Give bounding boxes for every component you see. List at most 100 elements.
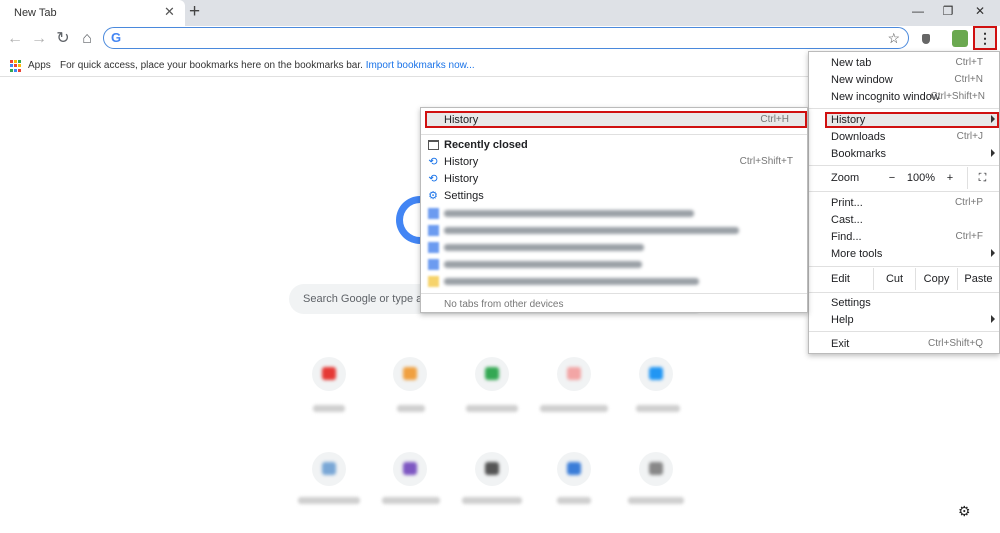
shortcut-label-blurred bbox=[540, 405, 608, 412]
menu-item-print[interactable]: Print... Ctrl+P bbox=[809, 195, 999, 212]
cut-button[interactable]: Cut bbox=[873, 268, 915, 290]
blurred-page-title bbox=[444, 210, 694, 217]
restore-window-icon[interactable]: ❐ bbox=[938, 3, 958, 19]
shortcut-label-blurred bbox=[313, 405, 345, 412]
menu-item-label: New tab bbox=[831, 57, 872, 69]
ntp-search-placeholder: Search Google or type a U bbox=[303, 293, 434, 305]
reload-icon[interactable]: ↻ bbox=[53, 28, 73, 50]
menu-item-label: New incognito window bbox=[831, 91, 940, 103]
add-shortcut-tile[interactable] bbox=[639, 452, 673, 486]
new-tab-button[interactable]: + bbox=[189, 2, 200, 22]
menu-item-shortcut: Ctrl+N bbox=[954, 74, 983, 85]
menu-item-find[interactable]: Find... Ctrl+F bbox=[809, 229, 999, 246]
shortcut-favicon bbox=[567, 462, 581, 475]
history-menu-item-history[interactable]: History Ctrl+H bbox=[421, 112, 807, 129]
menu-item-new-window[interactable]: New window Ctrl+N bbox=[809, 72, 999, 89]
recent-page-blurred[interactable] bbox=[421, 205, 807, 222]
shortcut-tile[interactable] bbox=[312, 357, 346, 391]
apps-link[interactable]: Apps bbox=[28, 60, 51, 71]
zoom-in-button[interactable]: + bbox=[939, 167, 961, 189]
star-icon[interactable]: ☆ bbox=[887, 30, 900, 46]
history-clock-icon: ⟲ bbox=[428, 173, 438, 185]
blurred-page-title bbox=[444, 244, 644, 251]
shortcut-favicon bbox=[403, 462, 417, 475]
apps-dot bbox=[18, 68, 21, 72]
shortcut-tile[interactable] bbox=[475, 452, 509, 486]
close-window-icon[interactable]: ✕ bbox=[970, 3, 990, 19]
menu-divider bbox=[809, 331, 999, 332]
zoom-row: Zoom − 100% + ⛶ bbox=[809, 167, 999, 189]
android-extension-icon[interactable] bbox=[952, 30, 968, 47]
bookmarks-hint-text: For quick access, place your bookmarks h… bbox=[60, 60, 363, 71]
shortcut-tile[interactable] bbox=[557, 452, 591, 486]
menu-item-cast[interactable]: Cast... bbox=[809, 212, 999, 229]
forward-arrow-icon[interactable]: → bbox=[29, 28, 49, 50]
import-bookmarks-link[interactable]: Import bookmarks now... bbox=[366, 60, 475, 71]
menu-item-label: History bbox=[444, 156, 479, 168]
copy-button[interactable]: Copy bbox=[915, 268, 957, 290]
shortcut-tile[interactable] bbox=[393, 452, 427, 486]
shortcut-tile[interactable] bbox=[639, 357, 673, 391]
recent-page-blurred[interactable] bbox=[421, 256, 807, 273]
home-icon[interactable]: ⌂ bbox=[77, 28, 97, 50]
shortcut-tile[interactable] bbox=[475, 357, 509, 391]
shortcut-label-blurred bbox=[636, 405, 680, 412]
menu-item-downloads[interactable]: Downloads Ctrl+J bbox=[809, 129, 999, 146]
google-g-icon: G bbox=[111, 30, 122, 45]
shield-extension-icon[interactable] bbox=[922, 34, 930, 44]
menu-item-exit[interactable]: Exit Ctrl+Shift+Q bbox=[809, 336, 999, 353]
menu-divider bbox=[809, 108, 999, 109]
shortcut-favicon bbox=[485, 462, 499, 475]
recent-page-blurred[interactable] bbox=[421, 273, 807, 290]
recent-page-blurred[interactable] bbox=[421, 239, 807, 256]
menu-item-help[interactable]: Help bbox=[809, 312, 999, 329]
apps-grid-icon[interactable] bbox=[10, 60, 22, 72]
menu-item-more-tools[interactable]: More tools bbox=[809, 246, 999, 263]
tab-new-tab[interactable]: New Tab ✕ bbox=[0, 0, 185, 26]
zoom-out-button[interactable]: − bbox=[881, 167, 903, 189]
submenu-arrow-icon bbox=[991, 149, 995, 157]
page-favicon bbox=[428, 276, 439, 287]
recently-closed-heading: Recently closed bbox=[421, 137, 807, 154]
fullscreen-icon[interactable]: ⛶ bbox=[967, 167, 997, 189]
apps-dot bbox=[14, 64, 17, 68]
no-tabs-note: No tabs from other devices bbox=[444, 299, 564, 310]
recent-item-history-2[interactable]: ⟲ History bbox=[421, 171, 807, 188]
menu-item-new-incognito[interactable]: New incognito window Ctrl+Shift+N bbox=[809, 89, 999, 106]
menu-item-shortcut: Ctrl+Shift+N bbox=[930, 91, 985, 102]
menu-item-label: Exit bbox=[831, 338, 850, 350]
shortcut-label-blurred bbox=[298, 497, 360, 504]
menu-item-history[interactable]: History bbox=[809, 112, 999, 129]
window-icon bbox=[428, 140, 439, 150]
recent-item-history-1[interactable]: ⟲ History Ctrl+Shift+T bbox=[421, 154, 807, 171]
submenu-arrow-icon bbox=[991, 315, 995, 323]
customize-gear-icon[interactable]: ⚙ bbox=[958, 503, 971, 520]
tab-close-icon[interactable]: ✕ bbox=[164, 5, 175, 19]
menu-item-new-tab[interactable]: New tab Ctrl+T bbox=[809, 55, 999, 72]
shortcut-tile[interactable] bbox=[312, 452, 346, 486]
menu-divider bbox=[421, 134, 807, 135]
zoom-level: 100% bbox=[906, 172, 936, 184]
menu-item-settings[interactable]: Settings bbox=[809, 295, 999, 312]
shortcut-label-blurred bbox=[397, 405, 425, 412]
recently-closed-label: Recently closed bbox=[444, 139, 528, 151]
shortcut-label-blurred bbox=[628, 497, 684, 504]
apps-dot bbox=[18, 64, 21, 68]
menu-item-bookmarks[interactable]: Bookmarks bbox=[809, 146, 999, 163]
page-favicon bbox=[428, 208, 439, 219]
shortcut-tile[interactable] bbox=[393, 357, 427, 391]
paste-button[interactable]: Paste bbox=[957, 268, 999, 290]
recent-page-blurred[interactable] bbox=[421, 222, 807, 239]
shortcut-favicon bbox=[403, 367, 417, 380]
chrome-main-menu: New tab Ctrl+T New window Ctrl+N New inc… bbox=[808, 51, 1000, 354]
menu-divider bbox=[809, 165, 999, 166]
recent-item-settings[interactable]: ⚙ Settings bbox=[421, 188, 807, 205]
three-dots-menu-icon[interactable]: ⋮ bbox=[975, 28, 995, 48]
minimize-window-icon[interactable]: — bbox=[908, 3, 928, 19]
shortcut-label-blurred bbox=[462, 497, 522, 504]
omnibox-input[interactable]: G ☆ bbox=[103, 27, 909, 49]
back-arrow-icon[interactable]: ← bbox=[5, 28, 25, 50]
menu-divider bbox=[809, 292, 999, 293]
blurred-page-title bbox=[444, 227, 739, 234]
shortcut-tile[interactable] bbox=[557, 357, 591, 391]
